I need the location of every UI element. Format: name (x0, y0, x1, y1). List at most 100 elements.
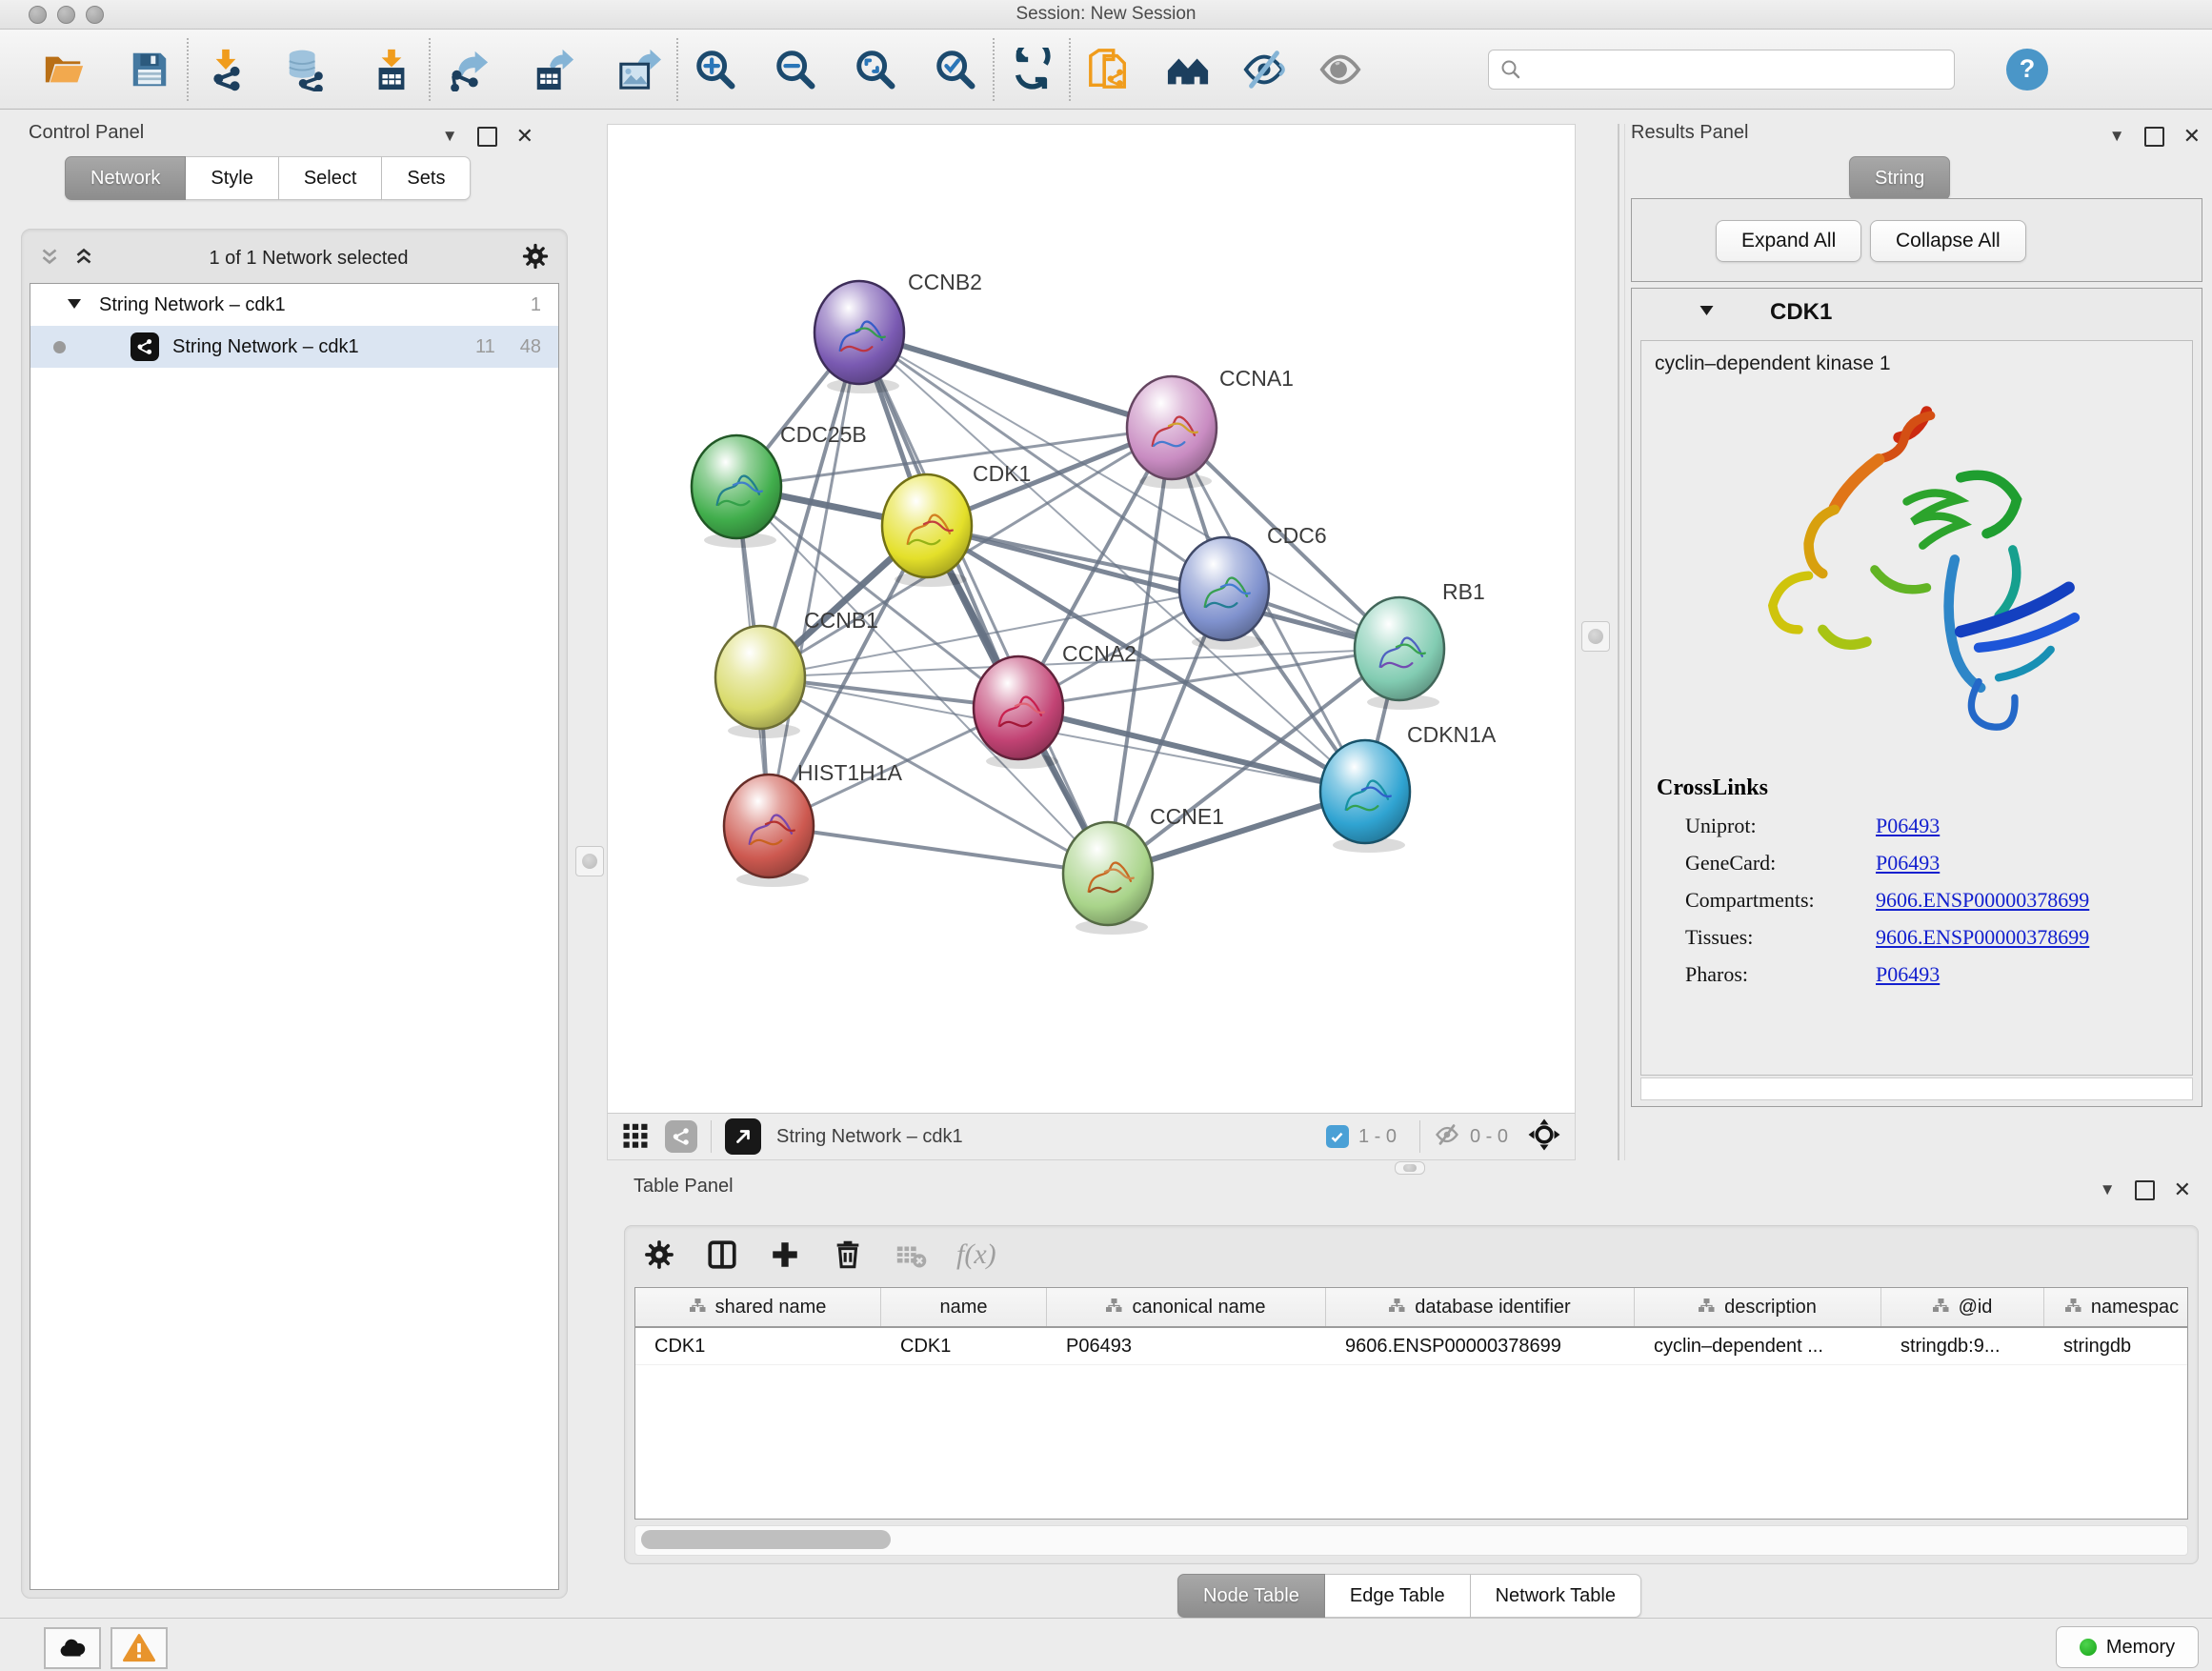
hide-selected-eye-icon[interactable] (1240, 46, 1288, 93)
network-edge-HIST1H1A-CCNE1[interactable] (769, 826, 1108, 874)
tab-edge-table[interactable]: Edge Table (1325, 1574, 1471, 1618)
delete-column-icon[interactable] (831, 1238, 865, 1272)
save-session-icon[interactable] (126, 46, 173, 93)
add-column-icon[interactable] (768, 1238, 802, 1272)
crosslink-label: GeneCard: (1685, 851, 1876, 876)
network-edge-CCNB2-CCNE1[interactable] (859, 332, 1108, 874)
export-network-icon[interactable] (444, 46, 492, 93)
column-header-database-identifier[interactable]: database identifier (1326, 1288, 1635, 1326)
detach-view-icon[interactable] (725, 1118, 761, 1155)
network-node-CCNB1[interactable] (715, 626, 805, 729)
column-header-name[interactable]: name (881, 1288, 1047, 1326)
tab-network[interactable]: Network (65, 156, 186, 200)
network-edge-CCNA2-CDKN1A[interactable] (1018, 708, 1365, 792)
close-panel-icon[interactable]: ✕ (516, 124, 533, 149)
panel-menu-icon[interactable]: ▼ (2100, 1180, 2116, 1199)
float-panel-icon[interactable] (2135, 1180, 2155, 1200)
fit-selected-crosshair-icon[interactable] (1527, 1117, 1561, 1157)
column-label: shared name (715, 1297, 827, 1319)
zoom-in-icon[interactable] (692, 46, 739, 93)
close-panel-icon[interactable]: ✕ (2174, 1178, 2191, 1202)
copy-network-icon[interactable] (1084, 46, 1132, 93)
network-row-selected[interactable]: String Network – cdk1 11 48 (30, 326, 558, 368)
scrollbar-thumb[interactable] (641, 1530, 891, 1549)
tab-network-table[interactable]: Network Table (1471, 1574, 1641, 1618)
expand-all-networks-icon[interactable] (71, 244, 96, 273)
column-header-shared-name[interactable]: shared name (635, 1288, 881, 1326)
crosslink-link[interactable]: P06493 (1876, 814, 1940, 838)
network-node-CCNE1[interactable] (1063, 822, 1153, 925)
table-options-gear-icon[interactable] (642, 1238, 676, 1272)
control-panel-title: Control Panel (29, 122, 144, 144)
crosslink-link[interactable]: 9606.ENSP00000378699 (1876, 925, 2089, 950)
collapse-all-button[interactable]: Collapse All (1870, 220, 2026, 262)
collapse-all-networks-icon[interactable] (37, 244, 62, 273)
network-list-options-gear-icon[interactable] (521, 242, 550, 275)
import-network-file-icon[interactable] (202, 46, 250, 93)
expand-all-button[interactable]: Expand All (1716, 220, 1861, 262)
function-builder-icon[interactable]: f(x) (956, 1238, 996, 1271)
selected-checkbox-icon[interactable] (1326, 1125, 1349, 1148)
network-node-CDK1[interactable] (882, 474, 972, 577)
export-table-icon[interactable] (530, 46, 577, 93)
cloud-status-button[interactable] (44, 1627, 101, 1669)
network-node-RB1[interactable] (1355, 597, 1444, 700)
crosslink-row: Uniprot:P06493 (1685, 814, 2192, 838)
tab-node-table[interactable]: Node Table (1177, 1574, 1325, 1618)
refresh-view-icon[interactable] (1008, 46, 1056, 93)
grid-view-icon[interactable] (621, 1120, 650, 1154)
tab-style[interactable]: Style (186, 156, 278, 200)
network-canvas[interactable]: CCNB2CCNA1CDC25BCDK1CDC6RB1CCNB1CCNA2CDK… (607, 124, 1576, 1115)
network-node-CDKN1A[interactable] (1320, 740, 1410, 843)
network-collection-row[interactable]: String Network – cdk1 1 (30, 284, 558, 326)
column-header-description[interactable]: description (1635, 1288, 1881, 1326)
search-input[interactable] (1488, 50, 1955, 90)
collapse-protein-icon[interactable] (1699, 304, 1715, 322)
zoom-fit-icon[interactable] (852, 46, 899, 93)
network-node-CCNA2[interactable] (974, 656, 1063, 759)
memory-button[interactable]: Memory (2056, 1626, 2199, 1668)
tab-string[interactable]: String (1849, 156, 1950, 200)
zoom-selected-icon[interactable] (932, 46, 979, 93)
panel-menu-icon[interactable]: ▼ (2109, 127, 2125, 146)
network-edge-CCNB2-CCNA1[interactable] (859, 332, 1172, 428)
hidden-eye-icon[interactable] (1434, 1121, 1460, 1153)
close-panel-icon[interactable]: ✕ (2183, 124, 2201, 149)
tab-sets[interactable]: Sets (382, 156, 471, 200)
import-network-database-icon[interactable] (282, 46, 330, 93)
show-all-eye-icon[interactable] (1317, 46, 1364, 93)
warning-status-button[interactable] (111, 1627, 168, 1669)
network-name: String Network – cdk1 (172, 336, 475, 358)
float-panel-icon[interactable] (477, 127, 497, 147)
zoom-out-icon[interactable] (772, 46, 819, 93)
collection-expanded-icon[interactable] (67, 294, 82, 316)
crosslink-link[interactable]: P06493 (1876, 962, 1940, 987)
import-table-file-icon[interactable] (368, 46, 415, 93)
left-splitter-grip[interactable] (575, 846, 604, 876)
panel-menu-icon[interactable]: ▼ (442, 127, 458, 146)
network-node-CCNA1[interactable] (1127, 376, 1217, 479)
network-node-CDC6[interactable] (1179, 537, 1269, 640)
network-node-CDC25B[interactable] (692, 435, 781, 538)
table-row[interactable]: CDK1CDK1P064939606.ENSP00000378699cyclin… (635, 1328, 2187, 1365)
tab-select[interactable]: Select (279, 156, 383, 200)
home-icon[interactable] (1164, 46, 1212, 93)
open-session-icon[interactable] (40, 46, 88, 93)
show-columns-icon[interactable] (705, 1238, 739, 1272)
network-view-icon[interactable] (665, 1120, 697, 1153)
delete-table-icon[interactable] (894, 1238, 928, 1272)
crosslink-link[interactable]: 9606.ENSP00000378699 (1876, 888, 2089, 913)
float-panel-icon[interactable] (2144, 127, 2164, 147)
crosslink-link[interactable]: P06493 (1876, 851, 1940, 876)
help-icon[interactable]: ? (2006, 49, 2048, 91)
column-header-namespac[interactable]: namespac (2044, 1288, 2188, 1326)
results-splitter[interactable] (1618, 124, 1625, 1160)
export-image-icon[interactable] (615, 46, 663, 93)
right-splitter-grip[interactable] (1581, 621, 1610, 652)
network-node-CCNB2[interactable] (814, 281, 904, 384)
column-header--id[interactable]: @id (1881, 1288, 2044, 1326)
column-header-canonical-name[interactable]: canonical name (1047, 1288, 1326, 1326)
table-horizontal-scrollbar[interactable] (634, 1525, 2188, 1556)
network-edge-CCNB2-HIST1H1A[interactable] (769, 332, 859, 826)
network-node-HIST1H1A[interactable] (724, 775, 814, 877)
